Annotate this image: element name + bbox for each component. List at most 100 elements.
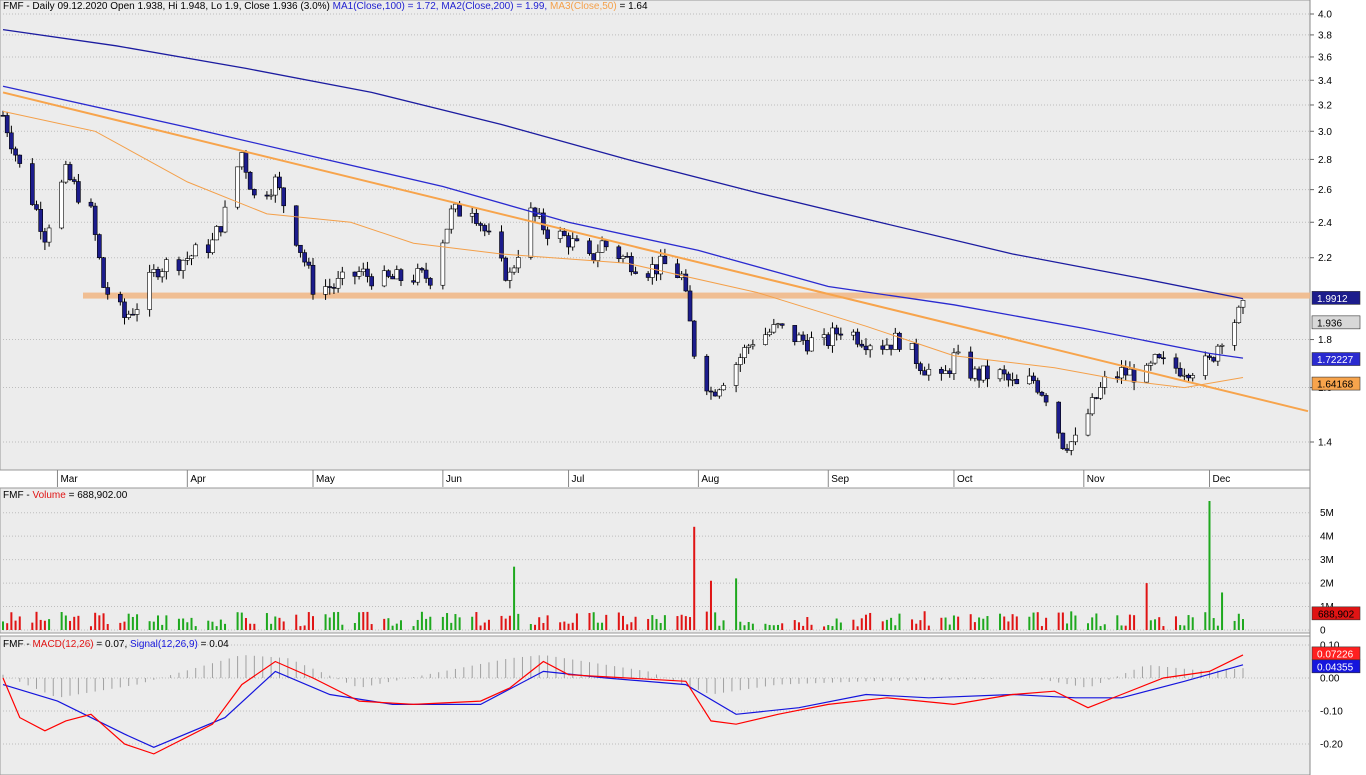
volume-bar-up <box>148 621 151 630</box>
volume-bar-up <box>1066 623 1069 630</box>
volume-bar-up <box>471 616 474 630</box>
candle-down <box>1006 373 1011 381</box>
candle-up <box>1148 362 1154 366</box>
volume-bar-up <box>1187 615 1190 630</box>
candle-up <box>1190 375 1196 379</box>
candle-down <box>562 230 567 236</box>
volume-bar-down <box>534 624 537 630</box>
volume-bar-down <box>915 623 918 630</box>
macd-header-label: MACD(12,26) <box>32 639 94 650</box>
candle-down <box>633 271 638 274</box>
volume-bar-up <box>1116 615 1119 630</box>
candle-up <box>126 313 131 318</box>
volume-bar-down <box>244 618 247 630</box>
month-label: Mar <box>60 474 78 485</box>
volume-bar-down <box>911 619 914 630</box>
candle-up <box>268 194 274 197</box>
price-header-ma2: MA2(Close,200) = 1.99, <box>441 1 548 12</box>
volume-bar-down <box>307 612 310 630</box>
volume-bar-down <box>919 620 922 630</box>
price-axis-label: 3.6 <box>1318 52 1332 63</box>
candle-down <box>805 340 810 352</box>
volume-bar-down <box>249 623 252 630</box>
candle-up <box>440 242 446 286</box>
candle-down <box>675 263 680 278</box>
candle-up <box>809 337 814 352</box>
candle-down <box>800 334 806 341</box>
candle-up <box>1202 355 1208 376</box>
candle-down <box>38 209 44 232</box>
candle-down <box>352 271 358 277</box>
candle-up <box>151 269 157 273</box>
month-label: Apr <box>190 474 206 485</box>
candle-down <box>176 259 182 271</box>
candle-up <box>620 256 626 259</box>
volume-header-symbol: FMF <box>3 490 24 501</box>
volume-bar-up <box>332 612 335 630</box>
candle-down <box>1173 357 1179 369</box>
candle-down <box>0 114 6 117</box>
candle-up <box>515 257 521 269</box>
volume-bar-up <box>764 623 767 630</box>
candle-up <box>180 259 186 271</box>
candle-down <box>834 327 839 335</box>
volume-bar-down <box>14 620 17 630</box>
resistance-band <box>83 292 1310 299</box>
candle-down <box>704 355 710 392</box>
candle-up <box>360 268 366 273</box>
volume-bar-up <box>387 618 390 630</box>
volume-bar-up <box>1191 617 1194 630</box>
candle-down <box>918 363 923 371</box>
candle-up <box>511 267 517 273</box>
candle-up <box>214 226 219 241</box>
volume-bar-down <box>89 626 92 630</box>
candle-down <box>9 132 14 150</box>
price-axis-label: 1.4 <box>1318 438 1332 449</box>
volume-bar-down <box>18 616 21 630</box>
volume-bar-down <box>77 615 80 630</box>
candle-down <box>859 343 865 347</box>
volume-bar-down <box>1015 616 1018 630</box>
volume-bar-down <box>98 615 101 630</box>
volume-bar-up <box>739 621 742 630</box>
candle-up <box>746 345 751 348</box>
volume-bar-down <box>860 618 863 630</box>
candle-up <box>972 368 978 379</box>
candle-up <box>955 351 961 354</box>
chart-stage: 4.03.83.63.43.23.02.82.62.42.21.81.61.4M… <box>0 0 1366 775</box>
candle-up <box>1073 434 1078 443</box>
candle-down <box>913 343 919 364</box>
candle-up <box>159 271 165 278</box>
price-axis-label: 4.0 <box>1318 10 1332 21</box>
volume-bar-up <box>839 622 842 630</box>
chart-svg[interactable]: 4.03.83.63.43.23.02.82.62.42.21.81.61.4M… <box>0 0 1366 775</box>
candle-down <box>419 268 425 271</box>
candle-up <box>134 309 140 315</box>
volume-bar-up <box>1032 612 1035 630</box>
candle-down <box>482 225 488 232</box>
volume-bar-up <box>1120 625 1123 630</box>
candle-down <box>691 320 697 357</box>
volume-bar-down <box>940 617 943 630</box>
candle-down <box>1064 448 1070 451</box>
candle-down <box>616 246 622 259</box>
volume-bar-up <box>1087 623 1089 630</box>
candle-up <box>1152 354 1158 364</box>
volume-bar-down <box>312 616 314 630</box>
volume-bar-up <box>827 625 830 630</box>
volume-bar-up <box>655 618 658 630</box>
volume-bar-up <box>1028 616 1031 630</box>
volume-bar-down <box>538 617 541 630</box>
volume-bar-down <box>630 622 633 630</box>
month-label: Jun <box>446 474 462 485</box>
candle-up <box>997 369 1003 380</box>
candle-up <box>821 334 827 339</box>
volume-bar-down <box>927 625 930 630</box>
volume-bar-down <box>295 614 298 630</box>
candle-up <box>323 286 328 295</box>
candle-up <box>1127 368 1133 376</box>
volume-bar-up <box>416 619 419 630</box>
volume-bar-up <box>948 624 951 630</box>
candle-up <box>775 323 781 326</box>
volume-bar-up <box>835 618 838 630</box>
